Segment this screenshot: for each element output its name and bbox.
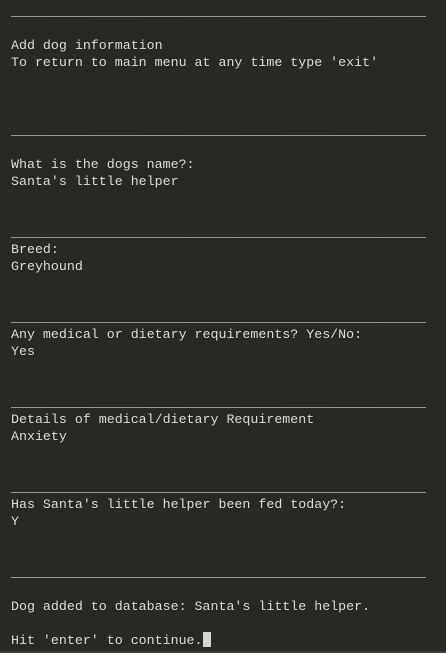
divider-line: ________________________________________…	[11, 479, 446, 496]
line-text: Anxiety	[11, 429, 67, 444]
line-text: Breed:	[11, 242, 59, 257]
output-line: Breed:	[11, 241, 446, 258]
output-line: Any medical or dietary requirements? Yes…	[11, 326, 446, 343]
line-text: ________________________________________…	[11, 395, 426, 410]
terminal-output: ________________________________________…	[11, 3, 446, 649]
text-cursor[interactable]	[202, 632, 211, 647]
line-text: Details of medical/dietary Requirement	[11, 412, 315, 427]
terminal-window[interactable]: ________________________________________…	[0, 0, 446, 653]
line-text: Has Santa's little helper been fed today…	[11, 497, 347, 512]
output-line: To return to main menu at any time type …	[11, 54, 446, 71]
line-text: Santa's little helper	[11, 174, 179, 189]
line-text: Any medical or dietary requirements? Yes…	[11, 327, 363, 342]
output-line: Santa's little helper	[11, 173, 446, 190]
line-text: ________________________________________…	[11, 480, 426, 495]
line-text: ________________________________________…	[11, 225, 426, 240]
output-line: Anxiety	[11, 428, 446, 445]
divider-line: ________________________________________…	[11, 394, 446, 411]
line-text: Add dog information	[11, 38, 163, 53]
line-text: Hit 'enter' to continue.	[11, 633, 203, 648]
line-text: ________________________________________…	[11, 565, 426, 580]
output-line: Yes	[11, 343, 446, 360]
line-text: Yes	[11, 344, 35, 359]
output-line: Has Santa's little helper been fed today…	[11, 496, 446, 513]
divider-line: ________________________________________…	[11, 564, 446, 581]
divider-line: ________________________________________…	[11, 309, 446, 326]
line-text: What is the dogs name?:	[11, 157, 195, 172]
output-line: Hit 'enter' to continue.	[11, 632, 446, 649]
output-line: What is the dogs name?:	[11, 156, 446, 173]
divider-line: ________________________________________…	[11, 122, 446, 139]
line-text: Y	[11, 514, 19, 529]
output-line: Details of medical/dietary Requirement	[11, 411, 446, 428]
divider-line: ________________________________________…	[11, 224, 446, 241]
output-line: Add dog information	[11, 37, 446, 54]
divider-line: ________________________________________…	[11, 3, 446, 20]
output-line: Dog added to database: Santa's little he…	[11, 598, 446, 615]
line-text: Greyhound	[11, 259, 83, 274]
line-text: Dog added to database: Santa's little he…	[11, 599, 371, 614]
output-line: Greyhound	[11, 258, 446, 275]
line-text: ________________________________________…	[11, 4, 426, 19]
line-text: To return to main menu at any time type …	[11, 55, 379, 70]
line-text: ________________________________________…	[11, 123, 426, 138]
line-text: ________________________________________…	[11, 310, 426, 325]
output-line: Y	[11, 513, 446, 530]
